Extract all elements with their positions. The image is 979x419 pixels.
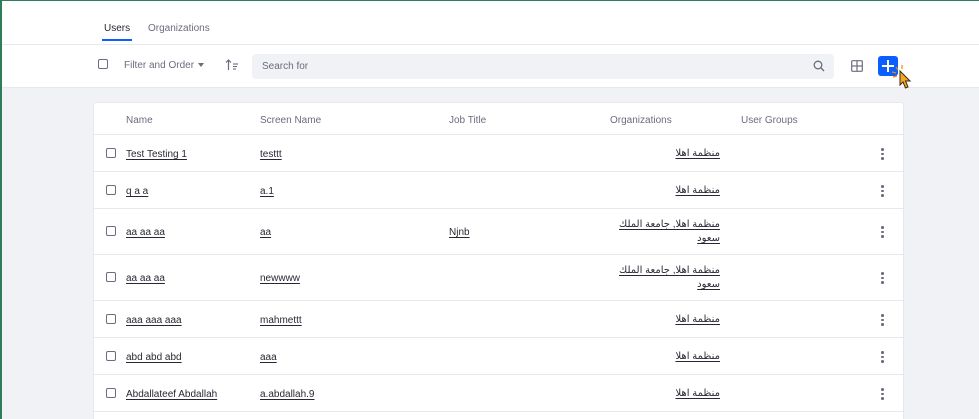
table-row[interactable]: Test Testing 1 testtt منظمة اهلا [94, 134, 903, 171]
column-header-name[interactable]: Name [126, 115, 153, 126]
kebab-menu-icon[interactable] [881, 272, 885, 284]
job-title-link[interactable]: Njnb [449, 227, 470, 238]
table-row[interactable]: aaa aaa aaa mahmettt منظمة اهلا [94, 300, 903, 337]
organizations-link[interactable]: منظمة اهلا [610, 313, 720, 327]
grid-view-icon[interactable] [851, 60, 863, 72]
screen-name-link[interactable]: mahmettt [260, 315, 302, 326]
table-row[interactable]: aa aa aa newwww منظمة اهلا, جامعة الملك … [94, 254, 903, 300]
table-header: Name Screen Name Job Title Organizations… [94, 103, 903, 134]
user-name-link[interactable]: aa aa aa [126, 227, 165, 238]
kebab-menu-icon[interactable] [881, 388, 885, 400]
column-header-job-title[interactable]: Job Title [449, 115, 486, 126]
search-input[interactable] [252, 54, 834, 79]
screen-name-link[interactable]: testtt [260, 149, 282, 160]
management-toolbar: Filter and Order [2, 45, 979, 89]
screen-name-link[interactable]: aa [260, 227, 271, 238]
row-checkbox[interactable] [106, 148, 116, 158]
user-name-link[interactable]: aaa aaa aaa [126, 315, 182, 326]
user-name-link[interactable]: q a a [126, 186, 148, 197]
app-frame: Users Organizations Filter and Order Sea… [0, 0, 979, 419]
navigation-tabs: Users Organizations [2, 1, 979, 45]
organizations-link[interactable]: منظمة اهلا [610, 184, 720, 198]
cursor-pointer-icon [891, 65, 912, 89]
column-header-organizations[interactable]: Organizations [610, 115, 672, 126]
organizations-link[interactable]: منظمة اهلا [610, 350, 720, 364]
search-box [252, 54, 834, 79]
tab-users[interactable]: Users [101, 23, 133, 41]
search-icon[interactable] [813, 60, 825, 72]
kebab-menu-icon[interactable] [881, 351, 885, 363]
organizations-link[interactable]: منظمة اهلا [610, 147, 720, 161]
users-table: Name Screen Name Job Title Organizations… [93, 102, 904, 419]
kebab-menu-icon[interactable] [881, 185, 885, 197]
row-checkbox[interactable] [106, 351, 116, 361]
kebab-menu-icon[interactable] [881, 314, 885, 326]
filter-and-order-dropdown[interactable]: Filter and Order [124, 60, 194, 71]
column-header-screen-name[interactable]: Screen Name [260, 115, 321, 126]
screen-name-link[interactable]: a.1 [260, 186, 274, 197]
organizations-link[interactable]: منظمة اهلا [610, 387, 720, 401]
row-checkbox[interactable] [106, 185, 116, 195]
table-row[interactable]: q a a a.1 منظمة اهلا [94, 171, 903, 208]
kebab-menu-icon[interactable] [881, 148, 885, 160]
user-name-link[interactable]: Test Testing 1 [126, 149, 187, 160]
kebab-menu-icon[interactable] [881, 226, 885, 238]
row-checkbox[interactable] [106, 314, 116, 324]
screen-name-link[interactable]: newwww [260, 273, 300, 284]
row-checkbox[interactable] [106, 388, 116, 398]
user-name-link[interactable]: Abdallateef Abdallah [126, 389, 217, 400]
screen-name-link[interactable]: aaa [260, 352, 277, 363]
table-row[interactable]: Abdallateef Abdallah a.abdallah.9 منظمة … [94, 374, 903, 411]
table-row[interactable]: aa aa aa aa Njnb منظمة اهلا, جامعة الملك… [94, 208, 903, 254]
column-header-user-groups[interactable]: User Groups [741, 115, 798, 126]
tab-organizations[interactable]: Organizations [148, 23, 210, 34]
row-checkbox[interactable] [106, 226, 116, 236]
organizations-link[interactable]: منظمة اهلا, جامعة الملك سعود [610, 264, 720, 292]
table-row-partial [94, 411, 903, 419]
row-checkbox[interactable] [106, 272, 116, 282]
user-name-link[interactable]: aa aa aa [126, 273, 165, 284]
organizations-link[interactable]: منظمة اهلا, جامعة الملك سعود [610, 218, 720, 246]
select-all-checkbox[interactable] [98, 59, 108, 69]
chevron-down-icon[interactable] [198, 63, 204, 67]
user-name-link[interactable]: abd abd abd [126, 352, 182, 363]
sort-order-icon[interactable] [225, 58, 239, 72]
screen-name-link[interactable]: a.abdallah.9 [260, 389, 315, 400]
table-row[interactable]: abd abd abd aaa منظمة اهلا [94, 337, 903, 374]
